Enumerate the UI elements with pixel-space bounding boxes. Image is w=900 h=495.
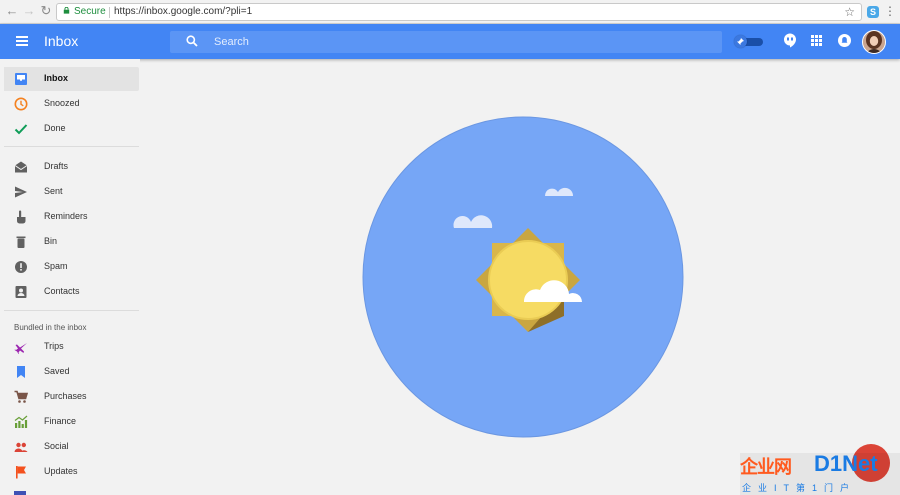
sidebar-item-drafts[interactable]: Drafts <box>4 155 139 179</box>
sidebar-item-label: Drafts <box>44 161 69 171</box>
sidebar-item-label: Contacts <box>44 286 80 296</box>
trash-icon <box>16 236 26 248</box>
reminder-hand-icon <box>17 210 26 224</box>
bookmark-star-icon[interactable]: ☆ <box>844 5 855 19</box>
sidebar-item-label: Social <box>44 441 69 451</box>
flag-icon <box>16 466 26 479</box>
address-bar[interactable]: Secure https://inbox.google.com/?pli=1 ☆ <box>56 3 862 21</box>
spam-icon <box>15 261 27 273</box>
account-avatar[interactable] <box>862 30 886 54</box>
clock-icon <box>14 97 28 111</box>
lock-icon <box>63 7 70 14</box>
sidebar-divider <box>4 310 139 311</box>
sidebar-item-social[interactable]: Social <box>4 435 139 459</box>
sidebar-item-label: Reminders <box>44 211 88 221</box>
contacts-icon <box>15 286 27 298</box>
search-input[interactable] <box>214 33 694 51</box>
apps-grid-icon[interactable] <box>811 35 822 46</box>
sidebar-item-inbox[interactable]: Inbox <box>4 67 139 91</box>
secure-label: Secure <box>74 6 106 17</box>
sidebar-item-label: Bin <box>44 236 58 246</box>
main-content <box>140 59 900 495</box>
sidebar-item-trips[interactable]: Trips <box>4 335 139 359</box>
sidebar-item-label: Sent <box>44 186 63 196</box>
drafts-icon <box>14 161 28 173</box>
search-icon[interactable] <box>186 35 198 47</box>
inbox-zero-sun-illustration <box>362 116 684 438</box>
sidebar-item-bin[interactable]: Bin <box>4 230 139 254</box>
browser-menu-icon[interactable]: ⋮ <box>884 4 896 18</box>
watermark-logo: 企业网 D1Net 企业IT第1门户 <box>740 451 900 495</box>
sidebar: Inbox Snoozed Done Drafts Sent Reminders… <box>0 59 140 495</box>
bundles-heading: Bundled in the inbox <box>14 323 87 332</box>
sidebar-item-snoozed[interactable]: Snoozed <box>4 92 139 116</box>
forward-icon[interactable]: → <box>22 4 36 18</box>
address-separator <box>109 7 110 18</box>
sidebar-item-label: Trips <box>44 341 64 351</box>
hangouts-icon[interactable] <box>783 33 797 48</box>
check-icon <box>14 124 28 135</box>
sidebar-item-reminders[interactable]: Reminders <box>4 205 139 229</box>
sidebar-item-purchases[interactable]: Purchases <box>4 385 139 409</box>
search-bar[interactable] <box>170 31 722 53</box>
watermark-subtitle: 企业IT第1门户 <box>742 483 857 493</box>
sidebar-item-label: Saved <box>44 366 70 376</box>
finance-chart-icon <box>14 415 28 428</box>
pin-icon <box>734 35 747 48</box>
watermark-chinese-text: 企业网 <box>740 457 792 477</box>
sidebar-next-item-icon <box>14 491 26 495</box>
people-icon <box>14 442 28 452</box>
sidebar-item-label: Spam <box>44 261 68 271</box>
sidebar-item-label: Finance <box>44 416 77 426</box>
send-icon <box>15 186 27 198</box>
sidebar-item-contacts[interactable]: Contacts <box>4 280 139 304</box>
back-icon[interactable]: ← <box>5 4 19 18</box>
browser-toolbar: ← → ↻ Secure https://inbox.google.com/?p… <box>0 0 900 24</box>
notifications-icon[interactable] <box>838 34 851 47</box>
sidebar-item-label: Updates <box>44 466 78 476</box>
sidebar-item-spam[interactable]: Spam <box>4 255 139 279</box>
bookmark-icon <box>17 366 25 378</box>
watermark-brand-text: D1Net <box>814 451 878 476</box>
plane-icon <box>14 343 27 354</box>
skype-extension-icon[interactable]: S <box>867 6 879 18</box>
sidebar-item-label: Done <box>44 123 66 133</box>
url-text[interactable]: https://inbox.google.com/?pli=1 <box>114 6 252 17</box>
pinned-toggle[interactable] <box>734 35 764 48</box>
sidebar-item-saved[interactable]: Saved <box>4 360 139 384</box>
sidebar-item-finance[interactable]: Finance <box>4 410 139 434</box>
sidebar-item-updates[interactable]: Updates <box>4 460 139 484</box>
sidebar-item-label: Snoozed <box>44 98 80 108</box>
sidebar-divider <box>4 146 139 147</box>
sidebar-item-label: Purchases <box>44 391 87 401</box>
sidebar-item-done[interactable]: Done <box>4 117 139 141</box>
inbox-icon <box>15 73 27 85</box>
app-title: Inbox <box>44 33 79 49</box>
cart-icon <box>14 390 28 403</box>
reload-icon[interactable]: ↻ <box>39 4 53 18</box>
app-header: Inbox <box>0 24 900 59</box>
hamburger-menu-icon[interactable] <box>16 36 28 46</box>
sidebar-item-sent[interactable]: Sent <box>4 180 139 204</box>
sidebar-item-label: Inbox <box>44 73 68 83</box>
